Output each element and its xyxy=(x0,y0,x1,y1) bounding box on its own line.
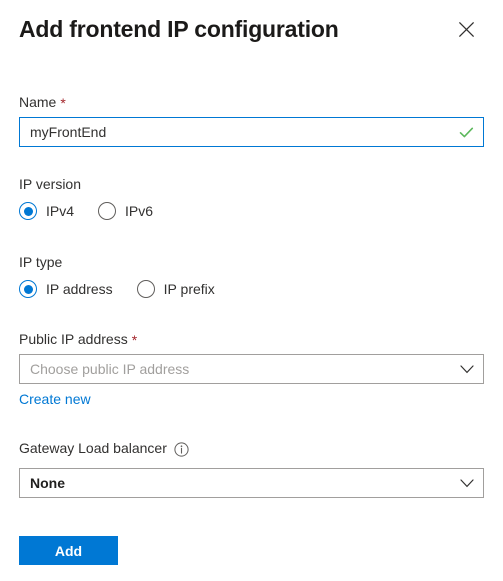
name-label: Name * xyxy=(19,92,484,112)
create-new-public-ip-link[interactable]: Create new xyxy=(19,389,91,409)
name-label-text: Name xyxy=(19,94,57,110)
gateway-load-balancer-dropdown[interactable]: None xyxy=(19,468,484,498)
radio-ipv4-dot xyxy=(23,206,33,216)
page-title: Add frontend IP configuration xyxy=(19,16,339,42)
radio-ipv4[interactable]: IPv4 xyxy=(19,201,74,221)
public-ip-address-dropdown[interactable]: Choose public IP address xyxy=(19,354,484,384)
radio-ip-prefix[interactable]: IP prefix xyxy=(136,279,215,299)
required-asterisk: * xyxy=(60,95,66,111)
radio-ip-prefix-label: IP prefix xyxy=(163,281,215,297)
name-field-group: Name * xyxy=(19,92,484,147)
gateway-load-balancer-dropdown-value: None xyxy=(30,475,65,491)
radio-ipv6[interactable]: IPv6 xyxy=(98,201,153,221)
radio-ip-address-dot xyxy=(23,284,33,294)
add-button[interactable]: Add xyxy=(19,536,118,565)
radio-ipv4-mark xyxy=(19,202,37,220)
ip-type-label: IP type xyxy=(19,252,484,272)
checkmark-icon xyxy=(453,118,479,146)
close-button[interactable] xyxy=(451,14,481,44)
radio-ipv6-label: IPv6 xyxy=(125,203,154,219)
public-ip-address-label-text: Public IP address xyxy=(19,331,128,347)
ip-type-field-group: IP type IP address IP prefix xyxy=(19,252,484,301)
radio-ip-prefix-mark xyxy=(136,280,155,298)
ip-version-field-group: IP version IPv4 IPv6 xyxy=(19,174,484,223)
chevron-down-icon xyxy=(460,478,474,488)
gateway-load-balancer-label-text: Gateway Load balancer xyxy=(19,440,167,456)
public-ip-address-label: Public IP address * xyxy=(19,329,484,349)
name-input[interactable] xyxy=(20,118,453,146)
radio-ipv6-mark xyxy=(98,202,117,220)
add-frontend-ip-configuration-panel: Add frontend IP configuration Name * myF… xyxy=(0,0,503,581)
required-asterisk: * xyxy=(131,332,138,348)
frontend-ip-form: Name * IP version xyxy=(0,92,503,498)
radio-ip-address[interactable]: IP address xyxy=(19,279,113,299)
radio-ipv4-label: IPv4 xyxy=(46,203,75,219)
public-ip-address-dropdown-value: Choose public IP address xyxy=(30,361,190,377)
gateway-load-balancer-field-group: Gateway Load balancer None xyxy=(19,438,484,498)
ip-type-label-text: IP type xyxy=(19,254,63,270)
info-icon[interactable] xyxy=(174,441,189,457)
panel-footer: Add xyxy=(19,536,118,565)
ip-version-radio-group: IPv4 IPv6 xyxy=(19,199,484,223)
name-input-wrapper[interactable] xyxy=(19,117,484,147)
ip-version-label-text: IP version xyxy=(19,176,81,192)
gateway-load-balancer-label: Gateway Load balancer xyxy=(19,438,484,458)
radio-ip-address-mark xyxy=(19,280,37,298)
radio-ip-address-label: IP address xyxy=(46,281,113,297)
chevron-down-icon xyxy=(460,364,474,374)
ip-version-label: IP version xyxy=(19,174,484,194)
public-ip-address-field-group: Public IP address * Choose public IP add… xyxy=(19,329,484,409)
ip-type-radio-group: IP address IP prefix xyxy=(19,277,484,301)
panel-header: Add frontend IP configuration xyxy=(0,0,503,58)
close-icon xyxy=(458,21,475,38)
